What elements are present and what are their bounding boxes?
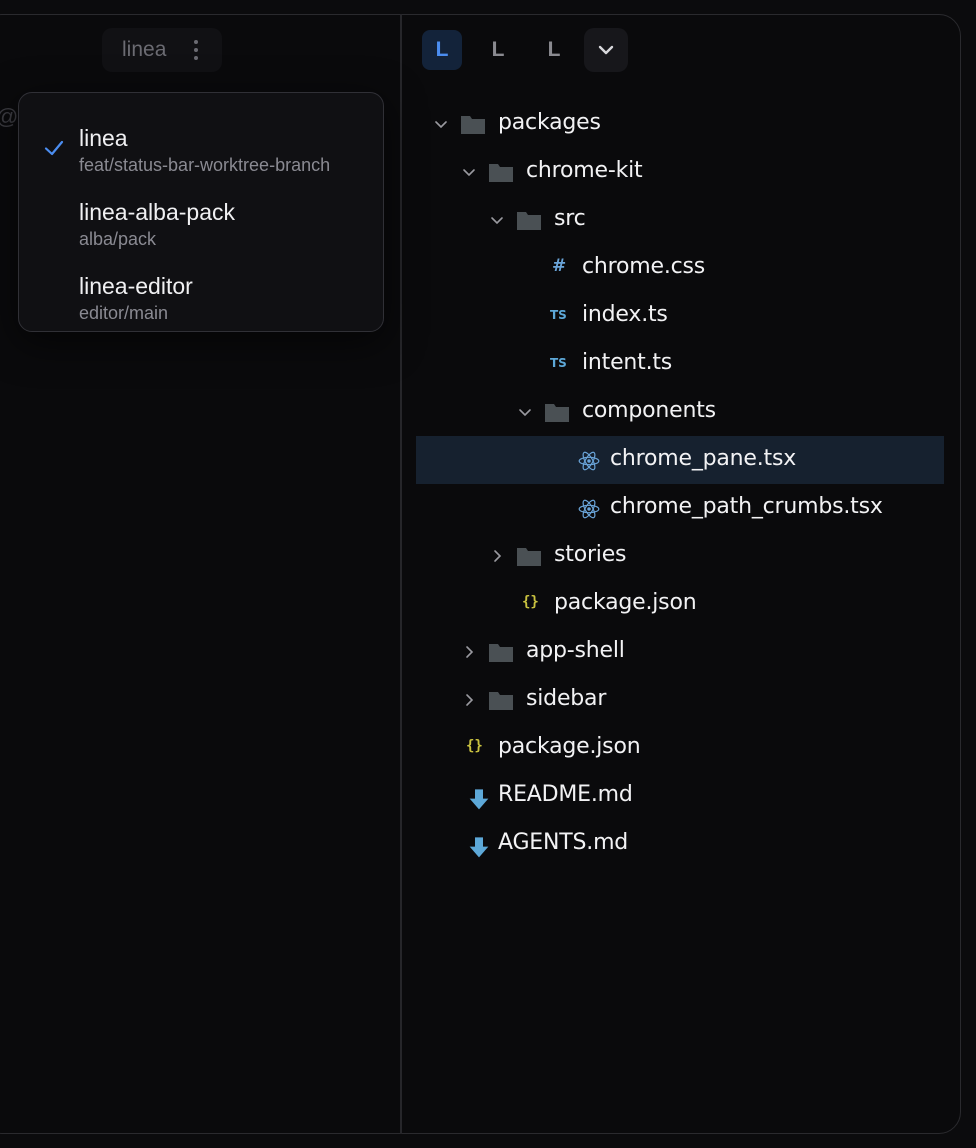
workspace-switcher[interactable]: linea (102, 28, 222, 72)
workspace-branch: feat/status-bar-worktree-branch (79, 155, 331, 175)
react-file-icon (578, 499, 600, 519)
tree-item-label: chrome_pane.tsx (610, 446, 797, 471)
chevron-down-icon[interactable] (517, 404, 533, 420)
json-file-icon: {} (522, 594, 539, 610)
tree-item-label: app-shell (526, 638, 625, 663)
tab-1[interactable]: L (422, 30, 462, 70)
workspace-switcher-label: linea (122, 38, 167, 61)
tree-item-label: components (582, 398, 716, 423)
tree-item-package-json[interactable]: {} package.json (416, 580, 944, 628)
workspace-menu: linea feat/status-bar-worktree-branch li… (18, 92, 384, 332)
check-icon (44, 140, 64, 156)
markdown-file-icon (469, 837, 489, 858)
typescript-file-icon: TS (550, 356, 567, 370)
chevron-right-icon[interactable] (461, 644, 477, 660)
folder-icon (517, 548, 541, 566)
tree-item-src[interactable]: src (416, 196, 944, 244)
more-vertical-icon[interactable] (190, 38, 202, 62)
tree-item-label: README.md (498, 782, 633, 807)
workspace-branch: alba/pack (79, 229, 157, 249)
workspace-name: linea (79, 125, 128, 151)
tree-item-package-json[interactable]: {} package.json (416, 724, 944, 772)
tree-item-components[interactable]: components (416, 388, 944, 436)
tree-item-chrome-pane-tsx[interactable]: chrome_pane.tsx (416, 436, 944, 484)
chevron-down-icon[interactable] (489, 212, 505, 228)
tree-item-app-shell[interactable]: app-shell (416, 628, 944, 676)
pane-divider[interactable] (400, 14, 402, 1134)
workspace-name: linea-alba-pack (79, 199, 235, 225)
tree-item-chrome-kit[interactable]: chrome-kit (416, 148, 944, 196)
folder-icon (489, 692, 513, 710)
tree-item-chrome-path-crumbs-tsx[interactable]: chrome_path_crumbs.tsx (416, 484, 944, 532)
folder-icon (489, 644, 513, 662)
folder-icon (489, 164, 513, 182)
workspace-name: linea-editor (79, 273, 193, 299)
tree-item-label: sidebar (526, 686, 607, 711)
react-file-icon (578, 451, 600, 471)
tree-item-packages[interactable]: packages (416, 100, 944, 148)
tree-item-label: package.json (498, 734, 641, 759)
chevron-down-icon[interactable] (433, 116, 449, 132)
typescript-file-icon: TS (550, 308, 567, 322)
tree-item-chrome-css[interactable]: # chrome.css (416, 244, 944, 292)
chevron-down-icon (598, 45, 614, 55)
workspace-menu-item-linea-alba-pack[interactable]: linea-alba-pack alba/pack (19, 179, 381, 249)
background-text: @ (0, 104, 18, 130)
tree-item-label: chrome.css (582, 254, 706, 279)
markdown-file-icon (469, 789, 489, 810)
tree-item-stories[interactable]: stories (416, 532, 944, 580)
folder-icon (517, 212, 541, 230)
tree-item-agents-md[interactable]: AGENTS.md (416, 820, 944, 868)
tree-item-readme-md[interactable]: README.md (416, 772, 944, 820)
tree-item-label: stories (554, 542, 627, 567)
tabs-dropdown-button[interactable] (584, 28, 628, 72)
chevron-right-icon[interactable] (489, 548, 505, 564)
tab-2[interactable]: L (478, 30, 518, 70)
json-file-icon: {} (466, 738, 483, 754)
css-file-icon: # (552, 256, 567, 276)
tree-item-label: chrome_path_crumbs.tsx (610, 494, 883, 519)
folder-icon (461, 116, 485, 134)
workspace-menu-item-linea-editor[interactable]: linea-editor editor/main (19, 253, 381, 323)
chevron-right-icon[interactable] (461, 692, 477, 708)
tree-item-intent-ts[interactable]: TS intent.ts (416, 340, 944, 388)
tree-item-label: chrome-kit (526, 158, 643, 183)
workspace-menu-item-linea[interactable]: linea feat/status-bar-worktree-branch (19, 105, 381, 175)
tree-item-sidebar[interactable]: sidebar (416, 676, 944, 724)
tree-item-label: package.json (554, 590, 697, 615)
folder-icon (545, 404, 569, 422)
chevron-down-icon[interactable] (461, 164, 477, 180)
tab-3[interactable]: L (534, 30, 574, 70)
tree-item-label: AGENTS.md (498, 830, 629, 855)
tree-item-label: packages (498, 110, 601, 135)
workspace-branch: editor/main (79, 303, 169, 323)
tree-item-label: src (554, 206, 586, 231)
tree-item-index-ts[interactable]: TS index.ts (416, 292, 944, 340)
tree-item-label: index.ts (582, 302, 668, 327)
tree-item-label: intent.ts (582, 350, 673, 375)
